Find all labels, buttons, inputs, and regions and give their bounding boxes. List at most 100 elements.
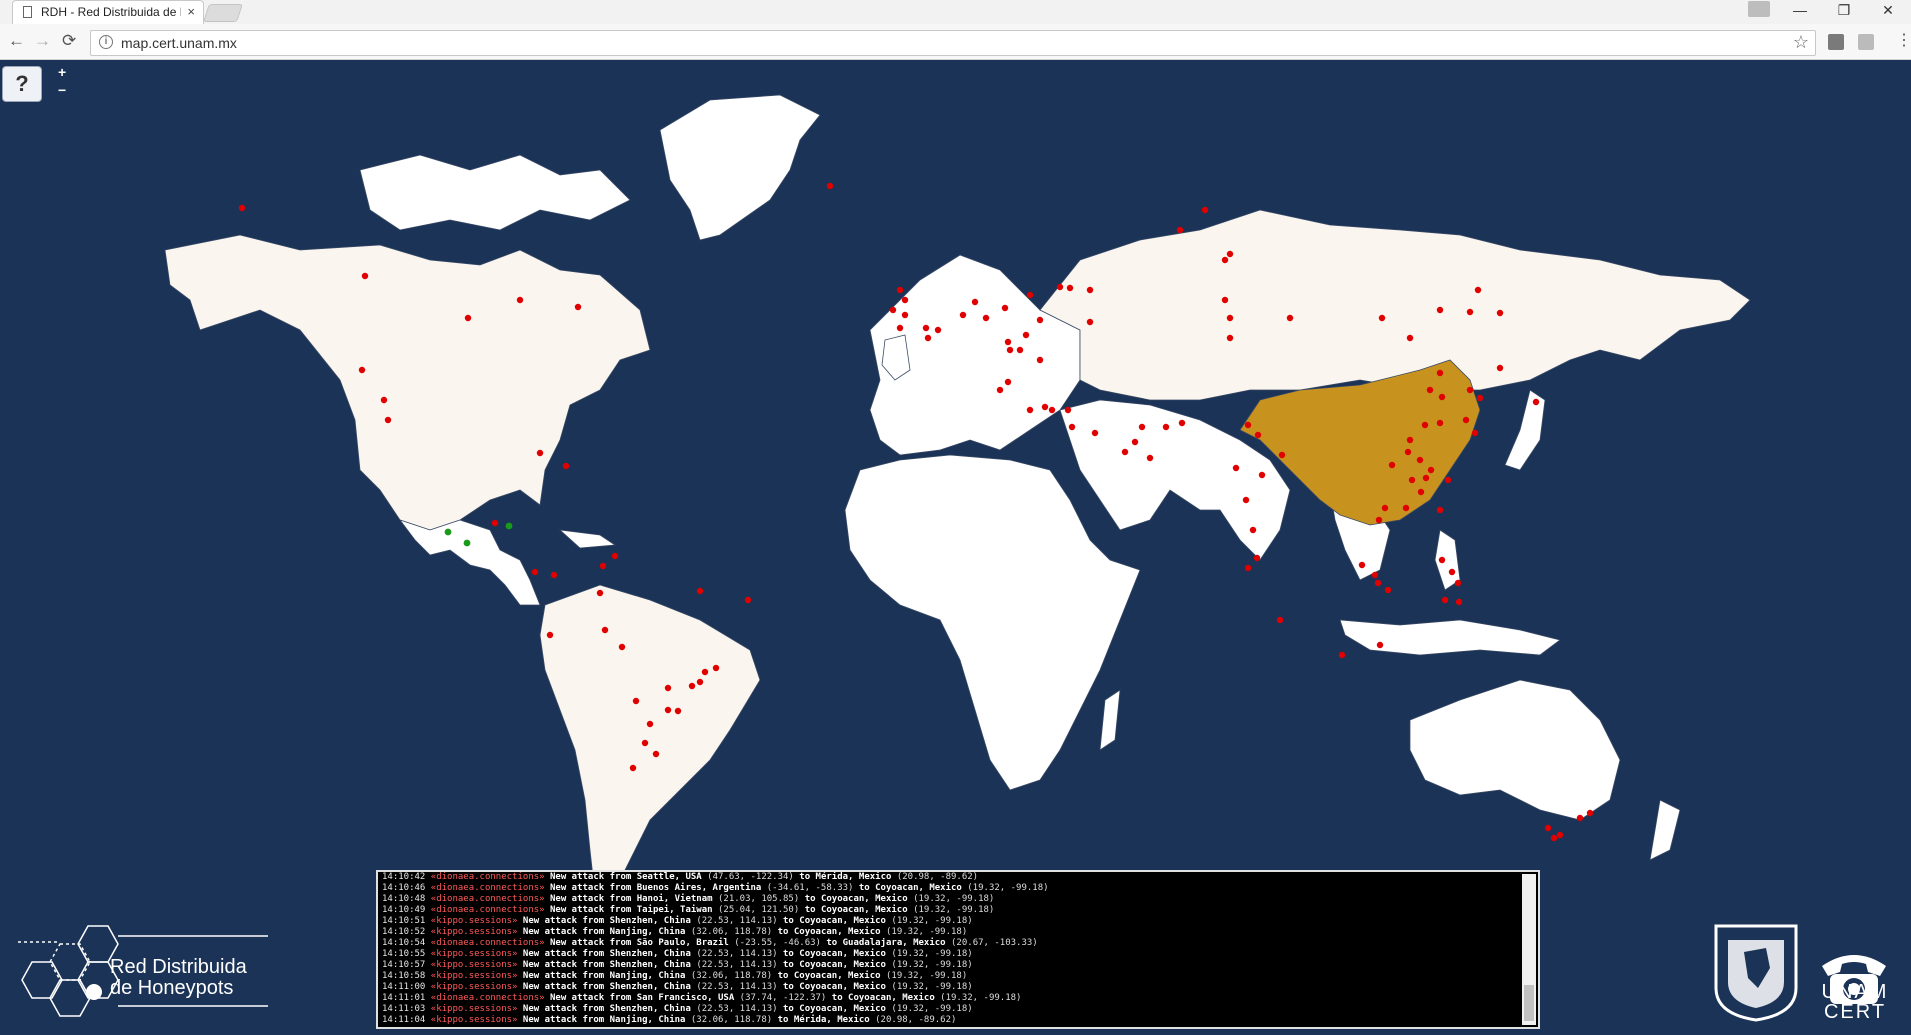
help-button[interactable]: ? bbox=[2, 66, 42, 102]
attack-source-dot[interactable] bbox=[1232, 464, 1240, 472]
attack-source-dot[interactable] bbox=[1004, 378, 1012, 386]
attack-source-dot[interactable] bbox=[1276, 616, 1284, 624]
attack-source-dot[interactable] bbox=[1162, 423, 1170, 431]
attack-source-dot[interactable] bbox=[1226, 334, 1234, 342]
attack-source-dot[interactable] bbox=[641, 739, 649, 747]
attack-source-dot[interactable] bbox=[1436, 369, 1444, 377]
attack-source-dot[interactable] bbox=[358, 366, 366, 374]
console-scrollbar-thumb[interactable] bbox=[1524, 985, 1534, 1021]
window-close-button[interactable]: ✕ bbox=[1866, 0, 1910, 22]
attack-source-dot[interactable] bbox=[901, 311, 909, 319]
attack-source-dot[interactable] bbox=[1426, 386, 1434, 394]
attack-source-dot[interactable] bbox=[516, 296, 524, 304]
attack-source-dot[interactable] bbox=[696, 587, 704, 595]
attack-source-dot[interactable] bbox=[464, 314, 472, 322]
attack-source-dot[interactable] bbox=[1471, 429, 1479, 437]
attack-source-dot[interactable] bbox=[1131, 438, 1139, 446]
attack-source-dot[interactable] bbox=[674, 707, 682, 715]
attack-source-dot[interactable] bbox=[896, 324, 904, 332]
attack-source-dot[interactable] bbox=[361, 272, 369, 280]
attack-source-dot[interactable] bbox=[1532, 398, 1540, 406]
attack-source-dot[interactable] bbox=[1404, 448, 1412, 456]
attack-source-dot[interactable] bbox=[1358, 561, 1366, 569]
attack-source-dot[interactable] bbox=[1376, 641, 1384, 649]
attack-source-dot[interactable] bbox=[550, 571, 558, 579]
attack-source-dot[interactable] bbox=[1244, 421, 1252, 429]
attack-source-dot[interactable] bbox=[934, 326, 942, 334]
attack-source-dot[interactable] bbox=[1056, 283, 1064, 291]
attack-source-dot[interactable] bbox=[996, 386, 1004, 394]
attack-source-dot[interactable] bbox=[1278, 451, 1286, 459]
attack-source-dot[interactable] bbox=[1258, 471, 1266, 479]
address-bar-url[interactable]: map.cert.unam.mx bbox=[121, 35, 237, 51]
attack-source-dot[interactable] bbox=[1016, 346, 1024, 354]
attack-source-dot[interactable] bbox=[1091, 429, 1099, 437]
bookmark-star-icon[interactable]: ☆ bbox=[1793, 32, 1809, 53]
attack-source-dot[interactable] bbox=[646, 720, 654, 728]
attack-source-dot[interactable] bbox=[1138, 423, 1146, 431]
attack-source-dot[interactable] bbox=[664, 706, 672, 714]
attack-source-dot[interactable] bbox=[1201, 206, 1209, 214]
attack-source-dot[interactable] bbox=[1466, 308, 1474, 316]
new-tab-button[interactable] bbox=[203, 4, 243, 22]
browser-tab-rdh[interactable]: RDH - Red Distribuida de Honeypots × bbox=[12, 0, 204, 24]
attack-source-dot[interactable] bbox=[1068, 423, 1076, 431]
extension-pdf-icon[interactable] bbox=[1858, 34, 1874, 50]
attack-source-dot[interactable] bbox=[1086, 286, 1094, 294]
attack-source-dot[interactable] bbox=[629, 764, 637, 772]
attack-source-dot[interactable] bbox=[611, 552, 619, 560]
honeypot-target-dot[interactable] bbox=[444, 528, 452, 536]
attack-source-dot[interactable] bbox=[652, 750, 660, 758]
attack-source-dot[interactable] bbox=[1146, 454, 1154, 462]
attack-source-dot[interactable] bbox=[959, 311, 967, 319]
attack-source-dot[interactable] bbox=[1253, 554, 1261, 562]
attack-source-dot[interactable] bbox=[491, 519, 499, 527]
attack-source-dot[interactable] bbox=[889, 306, 897, 314]
attack-source-dot[interactable] bbox=[1576, 814, 1584, 822]
attack-source-dot[interactable] bbox=[1422, 474, 1430, 482]
attack-source-dot[interactable] bbox=[1249, 526, 1257, 534]
attack-source-dot[interactable] bbox=[1408, 476, 1416, 484]
attack-source-dot[interactable] bbox=[1378, 314, 1386, 322]
address-bar[interactable]: i map.cert.unam.mx ☆ bbox=[90, 30, 1816, 56]
attack-source-dot[interactable] bbox=[1381, 504, 1389, 512]
attack-source-dot[interactable] bbox=[632, 697, 640, 705]
attack-source-dot[interactable] bbox=[1438, 393, 1446, 401]
attack-source-dot[interactable] bbox=[1406, 436, 1414, 444]
attack-source-dot[interactable] bbox=[1036, 316, 1044, 324]
zoom-out-button[interactable]: − bbox=[58, 82, 66, 98]
attack-source-dot[interactable] bbox=[1556, 831, 1564, 839]
console-scrollbar[interactable] bbox=[1522, 874, 1536, 1025]
attack-source-dot[interactable] bbox=[826, 182, 834, 190]
attack-source-dot[interactable] bbox=[1384, 586, 1392, 594]
attack-source-dot[interactable] bbox=[1244, 564, 1252, 572]
attack-source-dot[interactable] bbox=[1544, 824, 1552, 832]
attack-source-dot[interactable] bbox=[1286, 314, 1294, 322]
attack-source-dot[interactable] bbox=[1178, 419, 1186, 427]
forward-arrow-icon[interactable]: → bbox=[34, 32, 51, 50]
attack-source-dot[interactable] bbox=[744, 596, 752, 604]
window-minimize-button[interactable]: — bbox=[1778, 0, 1822, 22]
attack-source-dot[interactable] bbox=[1374, 579, 1382, 587]
attack-source-dot[interactable] bbox=[901, 296, 909, 304]
attack-source-dot[interactable] bbox=[1226, 250, 1234, 258]
attack-source-dot[interactable] bbox=[1436, 506, 1444, 514]
attack-source-dot[interactable] bbox=[574, 303, 582, 311]
attack-source-dot[interactable] bbox=[1586, 809, 1594, 817]
attack-source-dot[interactable] bbox=[380, 396, 388, 404]
attack-source-dot[interactable] bbox=[1455, 598, 1463, 606]
attack-source-dot[interactable] bbox=[1001, 304, 1009, 312]
tab-close-icon[interactable]: × bbox=[187, 4, 195, 19]
attack-source-dot[interactable] bbox=[1406, 334, 1414, 342]
attack-source-dot[interactable] bbox=[982, 314, 990, 322]
attack-source-dot[interactable] bbox=[546, 631, 554, 639]
attack-source-dot[interactable] bbox=[1221, 296, 1229, 304]
attack-source-dot[interactable] bbox=[618, 643, 626, 651]
attack-source-dot[interactable] bbox=[1048, 406, 1056, 414]
attack-source-dot[interactable] bbox=[1466, 386, 1474, 394]
attack-source-dot[interactable] bbox=[1036, 356, 1044, 364]
attack-source-dot[interactable] bbox=[1441, 596, 1449, 604]
attack-source-dot[interactable] bbox=[1121, 448, 1129, 456]
attack-source-dot[interactable] bbox=[536, 449, 544, 457]
attack-source-dot[interactable] bbox=[1402, 504, 1410, 512]
